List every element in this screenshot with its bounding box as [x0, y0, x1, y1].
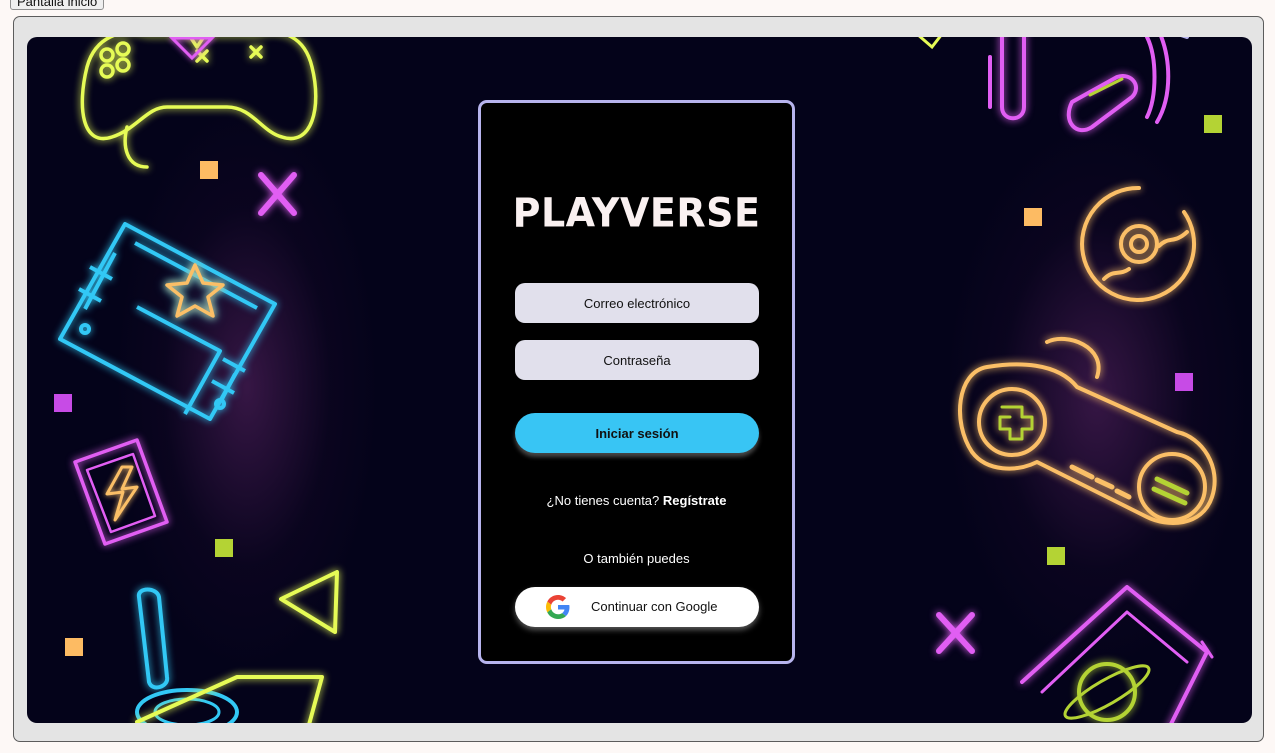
signup-prompt-text: ¿No tienes cuenta?: [546, 493, 660, 508]
game-cartridge-icon: [1020, 585, 1214, 723]
triangle-icon: [168, 37, 216, 61]
x-icon: [936, 612, 975, 654]
email-field[interactable]: [515, 283, 759, 323]
login-button[interactable]: Iniciar sesión: [515, 413, 759, 453]
decor-square: [1204, 115, 1222, 133]
alt-login-label: O también puedes: [583, 551, 690, 566]
controller-icon: [958, 336, 1217, 525]
google-button-label: Continuar con Google: [591, 599, 718, 614]
triangle-icon: [918, 37, 942, 50]
password-field[interactable]: [515, 340, 759, 380]
decor-square: [65, 638, 83, 656]
lightning-card-icon: [73, 438, 169, 546]
cartridge-icon: [58, 222, 277, 421]
signup-prompt: ¿No tienes cuenta? Regístrate: [481, 493, 792, 508]
login-card: PLAYVERSE Iniciar sesión ¿No tienes cuen…: [478, 100, 795, 664]
google-icon: [546, 595, 570, 619]
disc-icon: [1080, 185, 1196, 302]
app-logo: PLAYVERSE: [512, 189, 761, 237]
login-screen: PLAYVERSE Iniciar sesión ¿No tienes cuen…: [27, 37, 1252, 723]
decor-square: [215, 539, 233, 557]
joystick-icon: [135, 587, 324, 723]
headphones-icon: [988, 37, 1189, 133]
top-tab-button[interactable]: Pantalla inicio: [10, 0, 105, 10]
google-login-button[interactable]: Continuar con Google: [515, 587, 759, 627]
signup-link[interactable]: Regístrate: [663, 493, 727, 508]
decor-square: [1024, 208, 1042, 226]
decor-square: [200, 161, 218, 179]
